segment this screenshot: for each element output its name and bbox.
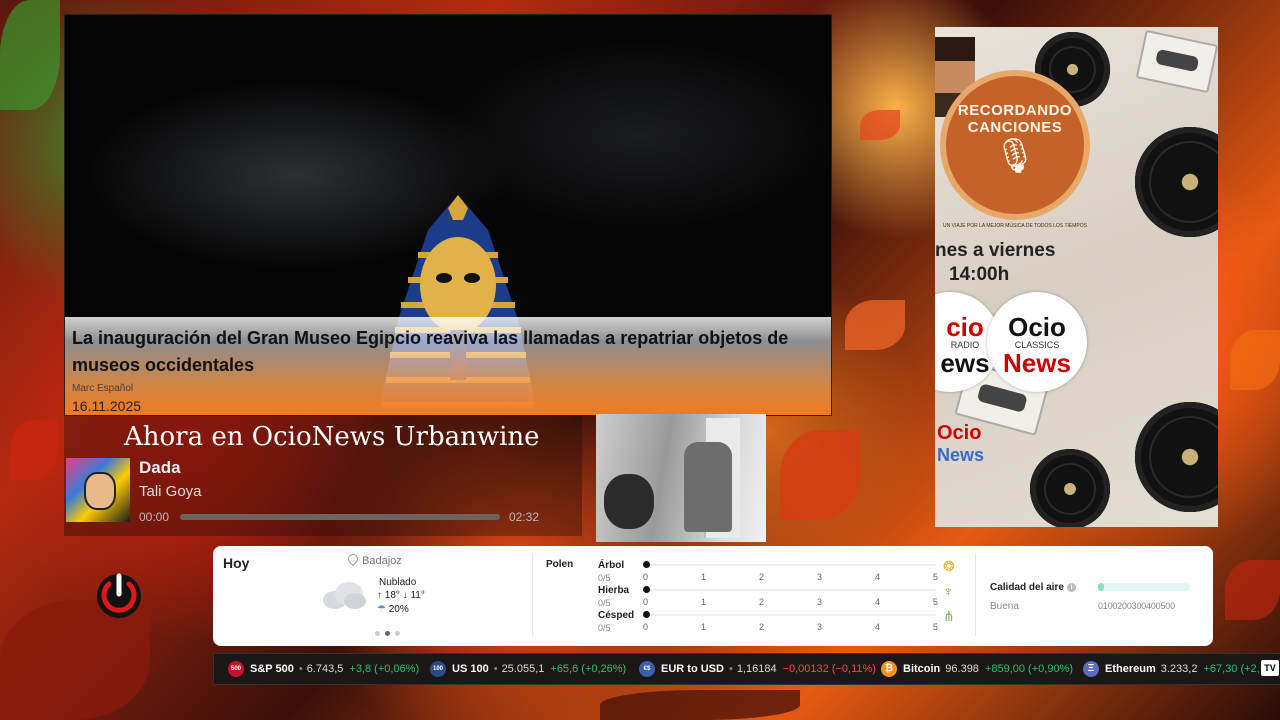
vinyl-record-image (1030, 449, 1110, 527)
pollen-level-marker (643, 611, 650, 618)
news-card[interactable]: La inauguración del Gran Museo Egipcio r… (64, 14, 832, 416)
location-pin-icon (345, 551, 361, 567)
air-quality-bar (1098, 583, 1190, 591)
vinyl-record-image (1135, 127, 1218, 237)
current-time: 00:00 (139, 510, 170, 524)
now-playing-widget: Ahora en OcioNews Urbanwine Dada Tali Go… (64, 416, 582, 536)
ocio-news-logo: Ocio News (937, 422, 985, 465)
playback-progress-bar[interactable] (180, 514, 500, 520)
grass-icon: ♆ (943, 583, 954, 599)
pollen-level-marker (643, 561, 650, 568)
air-quality-status: Buena (990, 601, 1019, 612)
weather-today-label: Hoy (223, 555, 250, 571)
ticker-item-bitcoin[interactable]: ₿ Bitcoin 96.398 +859,00 (+0,90%) (881, 654, 1073, 684)
air-quality-label: Calidad del aire i (990, 582, 1076, 593)
weather-widget: Hoy Badajoz Nublado ↑ 18° ↓ 11° ☂ 20% Po… (213, 546, 1213, 646)
carousel-dot[interactable] (375, 631, 380, 636)
now-playing-title: Ahora en OcioNews Urbanwine (124, 422, 540, 452)
weather-condition: Nublado (379, 577, 417, 588)
market-ticker: 500 S&P 500 • 6.743,5 +3,8 (+0,06%) 100 U… (213, 653, 1280, 685)
pollen-row-tree: Árbol 0/5 012345 ❂ (598, 558, 955, 583)
carousel-dot-active[interactable] (385, 631, 390, 636)
umbrella-icon: ☂ (377, 604, 386, 615)
schedule-time: 14:00h (949, 264, 1010, 285)
news-caption: La inauguración del Gran Museo Egipcio r… (65, 317, 831, 415)
live-video-thumbnail[interactable] (596, 414, 766, 542)
news-date: 16.11.2025 (72, 398, 142, 414)
air-quality-scale: 0100200300400500 (1098, 601, 1175, 611)
sp500-icon: 500 (228, 661, 244, 677)
pollen-level-marker (643, 586, 650, 593)
divider (975, 554, 976, 636)
eur-usd-flag-icon: €$ (639, 661, 655, 677)
cassette-image (1135, 29, 1218, 94)
ticker-item-sp500[interactable]: 500 S&P 500 • 6.743,5 +3,8 (+0,06%) (228, 654, 419, 684)
weather-location[interactable]: Badajoz (345, 551, 402, 567)
ticker-item-ethereum[interactable]: Ξ Ethereum 3.233,2 +67,30 (+2, (1083, 654, 1260, 684)
ticker-item-eurusd[interactable]: €$ EUR to USD • 1,16184 −0,00132 (−0,11%) (639, 654, 876, 684)
total-time: 02:32 (509, 510, 540, 524)
recordando-canciones-badge: RECORDANDO CANCIONES 🎙 (940, 70, 1090, 220)
pollen-scale: 012345 (643, 622, 938, 632)
pollen-label: Polen (546, 559, 574, 570)
power-icon[interactable] (93, 568, 145, 620)
pollen-scale: 012345 (643, 597, 938, 607)
badge-title: RECORDANDO CANCIONES (957, 102, 1073, 136)
tradingview-logo[interactable]: TV (1261, 660, 1279, 676)
weather-temperatures: ↑ 18° ↓ 11° (377, 590, 425, 601)
ticker-item-us100[interactable]: 100 US 100 • 25.055,1 +65,6 (+0,26%) (430, 654, 626, 684)
pollen-row-lawn: Césped 0/5 012345 ⋔ (598, 608, 955, 633)
ocio-classics-news-logo: Ocio CLASSICS News (987, 292, 1087, 392)
vinyl-record-image (1135, 402, 1218, 512)
schedule-days: nes a viernes (935, 240, 1056, 261)
bitcoin-icon: ₿ (881, 661, 897, 677)
lawn-icon: ⋔ (943, 608, 955, 624)
album-cover-image (66, 458, 130, 522)
air-quality-bar-fill (1098, 583, 1104, 591)
news-headline[interactable]: La inauguración del Gran Museo Egipcio r… (72, 325, 824, 379)
pollen-row-grass: Hierba 0/5 012345 ♆ (598, 583, 954, 608)
microphone-icon: 🎙 (993, 137, 1037, 175)
tree-icon: ❂ (943, 558, 955, 574)
program-schedule: nes a viernes 14:00h (935, 239, 1055, 287)
cloud-icon (323, 582, 366, 609)
badge-subtitle: UN VIAJE POR LA MEJOR MÚSICA DE TODOS LO… (943, 223, 1087, 229)
news-author: Marc Español (72, 383, 134, 394)
rain-chance: ☂ 20% (377, 604, 409, 615)
song-title: Dada (139, 458, 181, 477)
divider (532, 554, 533, 636)
carousel-dot[interactable] (395, 631, 400, 636)
weather-carousel-dots[interactable] (375, 631, 400, 636)
radio-program-ad[interactable]: RECORDANDO CANCIONES 🎙 UN VIAJE POR LA M… (935, 27, 1218, 527)
info-icon[interactable]: i (1066, 582, 1076, 592)
song-artist: Tali Goya (139, 483, 202, 500)
us100-icon: 100 (430, 661, 446, 677)
ethereum-icon: Ξ (1083, 661, 1099, 677)
pollen-scale: 012345 (643, 572, 938, 582)
